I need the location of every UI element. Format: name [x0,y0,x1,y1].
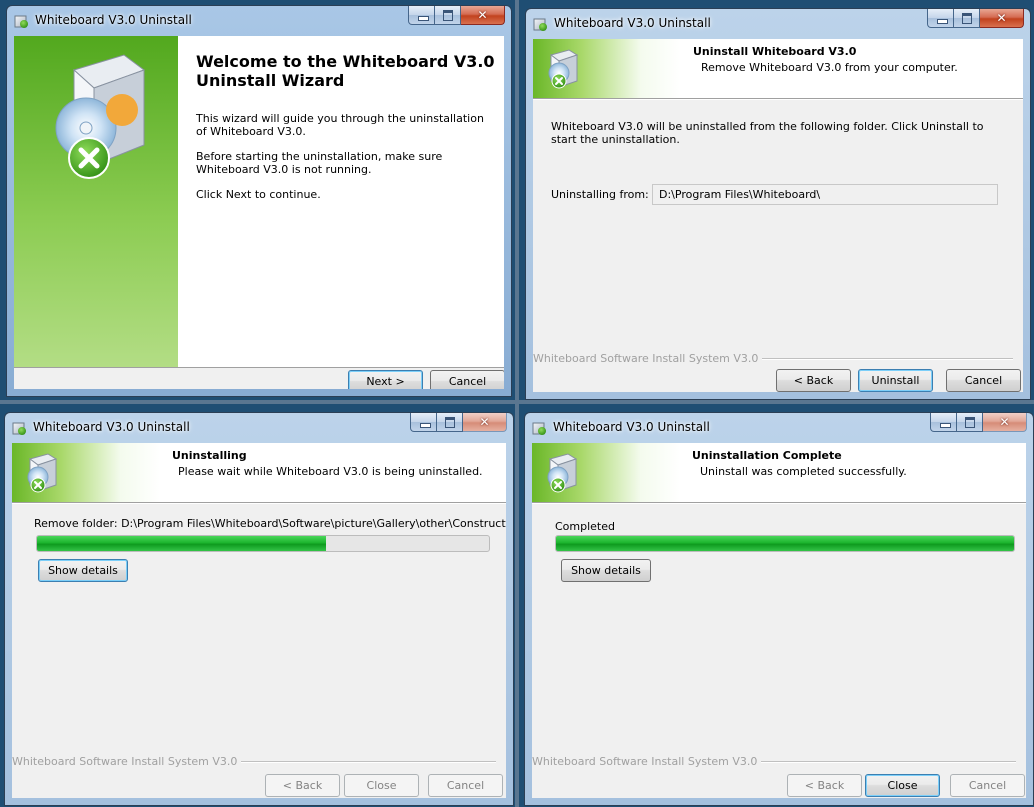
welcome-continue-text: Click Next to continue. [196,188,321,201]
progress-bar [36,535,490,552]
back-button[interactable]: < Back [265,774,340,797]
window-title: Whiteboard V3.0 Uninstall [553,420,710,434]
window-title: Whiteboard V3.0 Uninstall [554,16,711,30]
window-title: Whiteboard V3.0 Uninstall [33,420,190,434]
maximize-icon[interactable] [435,6,461,25]
divider [241,760,496,763]
divider [532,503,1026,504]
uninstaller-box-icon [12,422,26,435]
titlebar[interactable]: Whiteboard V3.0 Uninstall ✕ [7,6,511,36]
cancel-button[interactable]: Cancel [950,774,1025,797]
show-details-button[interactable]: Show details [561,559,651,582]
progress-client: Uninstalling Please wait while Whiteboar… [12,443,506,798]
cancel-button[interactable]: Cancel [430,370,504,389]
brand-text: Whiteboard Software Install System V3.0 [12,755,238,768]
welcome-content: Welcome to the Whiteboard V3.0 Uninstall… [178,36,504,367]
divider [14,367,504,368]
titlebar[interactable]: Whiteboard V3.0 Uninstall ✕ [526,9,1030,39]
progress-fill [37,536,327,551]
brand-text: Whiteboard Software Install System V3.0 [532,755,758,768]
welcome-warning-text: Before starting the uninstallation, make… [196,150,443,176]
wizard-header: Uninstall Whiteboard V3.0 Remove Whitebo… [533,39,1023,99]
brand-footer: Whiteboard Software Install System V3.0 [533,352,1013,365]
minimize-icon[interactable] [408,6,435,25]
description-text: Whiteboard V3.0 will be uninstalled from… [551,120,984,146]
complete-window: Whiteboard V3.0 Uninstall ✕ Uninstallati… [524,412,1034,806]
progress-fill [556,536,1014,551]
cancel-button[interactable]: Cancel [946,369,1021,392]
header-title: Uninstall Whiteboard V3.0 [693,45,857,58]
uninstall-package-icon [27,453,58,493]
titlebar[interactable]: Whiteboard V3.0 Uninstall ✕ [525,413,1033,443]
welcome-intro-text: This wizard will guide you through the u… [196,112,484,138]
next-button[interactable]: Next > [348,370,423,389]
brand-footer: Whiteboard Software Install System V3.0 [532,755,1016,768]
welcome-sidebar [14,36,178,367]
caption-buttons: ✕ [408,6,505,26]
caption-buttons: ✕ [927,9,1024,29]
uninstall-package-icon [548,49,579,89]
header-title: Uninstalling [172,449,247,462]
close-button[interactable]: Close [865,774,940,797]
progress-bar [555,535,1015,552]
header-subtitle: Remove Whiteboard V3.0 from your compute… [701,61,958,74]
page-title: Welcome to the Whiteboard V3.0 Uninstall… [196,52,495,90]
header-subtitle: Please wait while Whiteboard V3.0 is bei… [178,465,483,478]
uninstall-from-label: Uninstalling from: [551,188,649,201]
wizard-header: Uninstallation Complete Uninstall was co… [532,443,1026,503]
uninstaller-box-icon [532,422,546,435]
progress-window: Whiteboard V3.0 Uninstall ✕ Uninstalling… [4,412,514,806]
back-button[interactable]: < Back [787,774,862,797]
divider [762,357,1013,360]
brand-text: Whiteboard Software Install System V3.0 [533,352,759,365]
titlebar[interactable]: Whiteboard V3.0 Uninstall ✕ [5,413,513,443]
welcome-window: Whiteboard V3.0 Uninstall ✕ Welcome to t… [6,5,512,397]
uninstaller-box-icon [533,18,547,31]
cancel-button[interactable]: Cancel [428,774,503,797]
uninstall-button[interactable]: Uninstall [858,369,933,392]
status-text: Remove folder: D:\Program Files\Whiteboa… [34,517,506,530]
minimize-icon[interactable] [927,9,954,28]
uninstall-package-icon [55,54,146,179]
header-subtitle: Uninstall was completed successfully. [700,465,907,478]
caption-buttons: ✕ [410,413,507,433]
divider [12,503,506,504]
brand-footer: Whiteboard Software Install System V3.0 [12,755,496,768]
maximize-icon[interactable] [437,413,463,432]
back-button[interactable]: < Back [776,369,851,392]
close-icon[interactable]: ✕ [461,6,505,25]
minimize-icon[interactable] [930,413,957,432]
divider [761,760,1016,763]
divider [533,99,1023,100]
show-details-button[interactable]: Show details [38,559,128,582]
maximize-icon[interactable] [957,413,983,432]
header-title: Uninstallation Complete [692,449,842,462]
close-icon[interactable]: ✕ [463,413,507,432]
wizard-header: Uninstalling Please wait while Whiteboar… [12,443,506,503]
confirm-window: Whiteboard V3.0 Uninstall ✕ Uninstall Wh… [525,8,1031,400]
close-icon[interactable]: ✕ [980,9,1024,28]
status-text: Completed [555,520,615,533]
welcome-client: Welcome to the Whiteboard V3.0 Uninstall… [14,36,504,389]
caption-buttons: ✕ [930,413,1027,433]
uninstaller-box-icon [14,15,28,28]
complete-client: Uninstallation Complete Uninstall was co… [532,443,1026,798]
minimize-icon[interactable] [410,413,437,432]
uninstall-package-icon [547,453,578,493]
desktop-divider-vertical [515,0,519,807]
window-title: Whiteboard V3.0 Uninstall [35,13,192,27]
uninstall-folder-field[interactable]: D:\Program Files\Whiteboard\ [652,184,998,205]
close-icon[interactable]: ✕ [983,413,1027,432]
confirm-client: Uninstall Whiteboard V3.0 Remove Whitebo… [533,39,1023,392]
close-button[interactable]: Close [344,774,419,797]
back-button-label: < Back [793,374,834,387]
maximize-icon[interactable] [954,9,980,28]
